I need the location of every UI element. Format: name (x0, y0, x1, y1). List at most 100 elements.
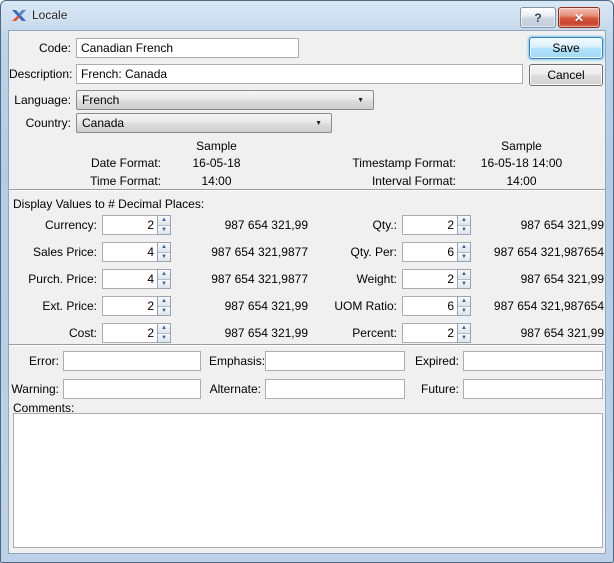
cost-sample: 987 654 321,99 (179, 323, 308, 343)
future-label: Future: (413, 379, 459, 399)
spin-down-button[interactable]: ▼ (158, 252, 170, 262)
spin-down-icon: ▼ (461, 227, 467, 233)
sales-price-label: Sales Price: (9, 242, 97, 262)
comments-textarea[interactable] (13, 413, 603, 548)
code-input[interactable] (76, 38, 299, 58)
percent-label: Percent: (299, 323, 397, 343)
error-label: Error: (9, 351, 59, 371)
code-label: Code: (9, 38, 71, 58)
sales-price-spinner: ▲▼ (102, 242, 171, 262)
dropdown-arrow-icon: ▼ (357, 97, 364, 104)
expired-label: Expired: (413, 351, 459, 371)
help-icon: ? (534, 11, 541, 25)
save-button-label: Save (552, 41, 579, 55)
spin-down-icon: ▼ (161, 281, 167, 287)
spin-up-button[interactable]: ▲ (158, 243, 170, 252)
qty-per-input[interactable] (402, 242, 457, 262)
spin-down-icon: ▼ (161, 335, 167, 341)
description-label: Description: (9, 64, 71, 84)
percent-spinner: ▲▼ (402, 323, 471, 343)
alternate-input[interactable] (265, 379, 405, 399)
spin-down-icon: ▼ (161, 254, 167, 260)
currency-sample: 987 654 321,99 (179, 215, 308, 235)
purch-price-sample: 987 654 321,9877 (179, 269, 308, 289)
purch-price-spinner: ▲▼ (102, 269, 171, 289)
qty-spinner: ▲▼ (402, 215, 471, 235)
uom-ratio-label: UOM Ratio: (299, 296, 397, 316)
weight-sample: 987 654 321,99 (469, 269, 604, 289)
window-title: Locale (32, 8, 67, 22)
country-value: Canada (82, 116, 124, 130)
percent-input[interactable] (402, 323, 457, 343)
spin-down-icon: ▼ (161, 308, 167, 314)
title-bar[interactable]: Locale ? ✕ (1, 1, 613, 30)
timestamp-format-sample: 16-05-18 14:00 (464, 153, 579, 173)
purch-price-input[interactable] (102, 269, 157, 289)
close-icon: ✕ (574, 11, 584, 25)
spin-down-button[interactable]: ▼ (158, 306, 170, 316)
warning-label: Warning: (9, 379, 59, 399)
spin-down-button[interactable]: ▼ (158, 225, 170, 235)
divider (9, 189, 605, 191)
alternate-label: Alternate: (209, 379, 261, 399)
country-label: Country: (9, 113, 71, 133)
uom-ratio-input[interactable] (402, 296, 457, 316)
spin-down-button[interactable]: ▼ (158, 333, 170, 343)
date-format-label: Date Format: (9, 153, 161, 173)
ext-price-input[interactable] (102, 296, 157, 316)
weight-input[interactable] (402, 269, 457, 289)
qty-label: Qty.: (299, 215, 397, 235)
spin-down-icon: ▼ (461, 281, 467, 287)
description-input[interactable] (76, 64, 523, 84)
spin-down-icon: ▼ (161, 227, 167, 233)
warning-input[interactable] (63, 379, 201, 399)
weight-label: Weight: (299, 269, 397, 289)
emphasis-label: Emphasis: (209, 351, 261, 371)
dialog-content: Code: Save Description: Cancel Language:… (8, 30, 606, 554)
error-input[interactable] (63, 351, 201, 371)
country-select[interactable]: Canada ▼ (76, 113, 332, 133)
cancel-button[interactable]: Cancel (529, 64, 603, 86)
cost-input[interactable] (102, 323, 157, 343)
currency-input[interactable] (102, 215, 157, 235)
ext-price-label: Ext. Price: (9, 296, 97, 316)
uom-ratio-spinner: ▲▼ (402, 296, 471, 316)
spin-up-icon: ▲ (461, 271, 467, 277)
spin-up-icon: ▲ (461, 244, 467, 250)
spin-down-button[interactable]: ▼ (158, 279, 170, 289)
spin-up-icon: ▲ (461, 217, 467, 223)
spin-up-button[interactable]: ▲ (158, 216, 170, 225)
spin-up-icon: ▲ (161, 325, 167, 331)
locale-dialog: Locale ? ✕ Code: Save Description: Cance… (0, 0, 614, 563)
help-button[interactable]: ? (520, 7, 556, 28)
spin-up-button[interactable]: ▲ (158, 297, 170, 306)
language-select[interactable]: French ▼ (76, 90, 374, 110)
spin-up-icon: ▲ (461, 325, 467, 331)
percent-sample: 987 654 321,99 (469, 323, 604, 343)
spin-up-icon: ▲ (161, 271, 167, 277)
qty-input[interactable] (402, 215, 457, 235)
spin-down-icon: ▼ (461, 308, 467, 314)
ext-price-spinner: ▲▼ (102, 296, 171, 316)
cost-label: Cost: (9, 323, 97, 343)
currency-spinner: ▲▼ (102, 215, 171, 235)
spin-up-button[interactable]: ▲ (158, 324, 170, 333)
spin-up-icon: ▲ (461, 298, 467, 304)
qty-sample: 987 654 321,99 (469, 215, 604, 235)
spin-up-icon: ▲ (161, 217, 167, 223)
future-input[interactable] (463, 379, 603, 399)
purch-price-label: Purch. Price: (9, 269, 97, 289)
cancel-button-label: Cancel (547, 68, 584, 82)
uom-ratio-sample: 987 654 321,987654 (469, 296, 604, 316)
close-button[interactable]: ✕ (558, 7, 600, 28)
time-format-label: Time Format: (9, 171, 161, 191)
save-button[interactable]: Save (529, 37, 603, 59)
spin-up-button[interactable]: ▲ (158, 270, 170, 279)
expired-input[interactable] (463, 351, 603, 371)
ext-price-sample: 987 654 321,99 (179, 296, 308, 316)
interval-format-label: Interval Format: (239, 171, 456, 191)
app-icon (11, 8, 27, 24)
sales-price-input[interactable] (102, 242, 157, 262)
sales-price-sample: 987 654 321,9877 (179, 242, 308, 262)
emphasis-input[interactable] (265, 351, 405, 371)
